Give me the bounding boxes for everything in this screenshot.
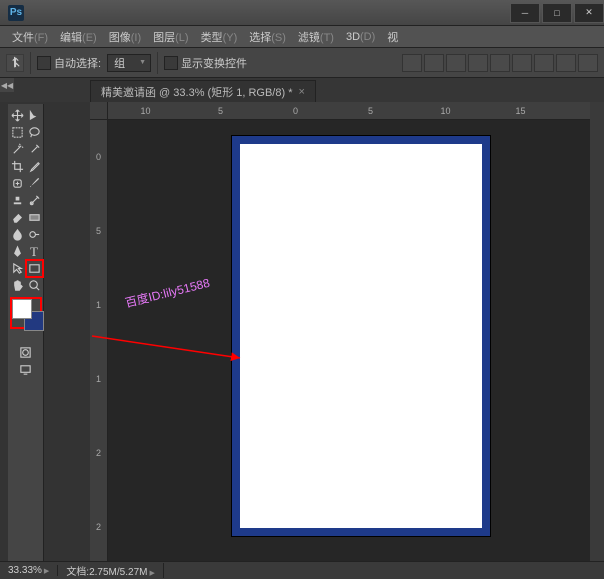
document-tab-title: 精美邀请函 @ 33.3% (矩形 1, RGB/8) * xyxy=(101,84,292,100)
artboard-tool[interactable] xyxy=(27,108,42,123)
canvas-area[interactable]: 105051015 051122 百度ID:lily51588 xyxy=(90,102,604,564)
options-bar: 自动选择: 组▼ 显示变换控件 xyxy=(0,48,604,78)
path-select-tool[interactable] xyxy=(10,261,25,276)
annotation-arrow xyxy=(90,332,250,372)
magic-wand-tool[interactable] xyxy=(10,142,25,157)
toolbox: T xyxy=(8,104,44,564)
menu-select[interactable]: 选择(S) xyxy=(243,29,292,45)
move-tool[interactable] xyxy=(10,108,25,123)
rectangle-tool[interactable] xyxy=(27,261,42,276)
align-button-1[interactable] xyxy=(402,54,422,72)
title-bar: Ps ─ □ ✕ xyxy=(0,0,604,26)
menu-edit[interactable]: 编辑(E) xyxy=(54,29,103,45)
ruler-horizontal[interactable]: 105051015 xyxy=(108,102,604,120)
status-bar: 33.33%▶ 文档:2.75M/5.27M▶ xyxy=(0,561,604,579)
marquee-tool[interactable] xyxy=(10,125,25,140)
gradient-tool[interactable] xyxy=(27,210,42,225)
quick-select-tool[interactable] xyxy=(27,142,42,157)
document-info[interactable]: 文档:2.75M/5.27M▶ xyxy=(58,563,164,578)
eraser-tool[interactable] xyxy=(10,210,25,225)
blur-tool[interactable] xyxy=(10,227,25,242)
menu-layer[interactable]: 图层(L) xyxy=(147,29,194,45)
lasso-tool[interactable] xyxy=(27,125,42,140)
crop-tool[interactable] xyxy=(10,159,25,174)
minimize-button[interactable]: ─ xyxy=(510,3,540,23)
maximize-button[interactable]: □ xyxy=(542,3,572,23)
zoom-tool[interactable] xyxy=(27,278,42,293)
document-tab-bar: 精美邀请函 @ 33.3% (矩形 1, RGB/8) * × xyxy=(0,78,604,102)
menu-view[interactable]: 视 xyxy=(381,29,404,45)
menu-3d[interactable]: 3D(D) xyxy=(340,31,381,43)
align-button-8[interactable] xyxy=(556,54,576,72)
close-tab-icon[interactable]: × xyxy=(298,86,304,98)
type-tool[interactable]: T xyxy=(27,244,42,259)
close-window-button[interactable]: ✕ xyxy=(574,3,604,23)
color-swatches[interactable] xyxy=(12,299,40,327)
auto-select-dropdown[interactable]: 组▼ xyxy=(107,54,151,72)
align-button-4[interactable] xyxy=(468,54,488,72)
eyedropper-tool[interactable] xyxy=(27,159,42,174)
menu-filter[interactable]: 滤镜(T) xyxy=(292,29,340,45)
quickmask-tool[interactable] xyxy=(18,345,33,360)
align-button-6[interactable] xyxy=(512,54,532,72)
annotation-text: 百度ID:lily51588 xyxy=(123,274,211,311)
align-button-3[interactable] xyxy=(446,54,466,72)
align-button-9[interactable] xyxy=(578,54,598,72)
screenmode-tool[interactable] xyxy=(18,362,33,377)
hand-tool[interactable] xyxy=(10,278,25,293)
document-tab[interactable]: 精美邀请函 @ 33.3% (矩形 1, RGB/8) * × xyxy=(90,80,316,102)
foreground-color[interactable] xyxy=(12,299,32,319)
brush-tool[interactable] xyxy=(27,176,42,191)
align-button-2[interactable] xyxy=(424,54,444,72)
zoom-level[interactable]: 33.33%▶ xyxy=(0,565,58,576)
menu-image[interactable]: 图像(I) xyxy=(103,29,147,45)
app-logo: Ps xyxy=(8,5,24,21)
pen-tool[interactable] xyxy=(10,244,25,259)
collapse-panel-icon[interactable]: ◀◀ xyxy=(0,78,14,92)
vertical-scrollbar[interactable] xyxy=(590,102,604,563)
healing-tool[interactable] xyxy=(10,176,25,191)
document-canvas[interactable] xyxy=(232,136,490,536)
current-tool-icon[interactable] xyxy=(6,54,24,72)
rectangle-shape[interactable] xyxy=(240,144,482,528)
align-button-7[interactable] xyxy=(534,54,554,72)
ruler-vertical[interactable]: 051122 xyxy=(90,120,108,564)
dodge-tool[interactable] xyxy=(27,227,42,242)
menu-file[interactable]: 文件(F) xyxy=(6,29,54,45)
auto-select-checkbox[interactable]: 自动选择: xyxy=(37,55,101,71)
menu-bar: 文件(F) 编辑(E) 图像(I) 图层(L) 类型(Y) 选择(S) 滤镜(T… xyxy=(0,26,604,48)
menu-type[interactable]: 类型(Y) xyxy=(195,29,244,45)
ruler-corner xyxy=(90,102,108,120)
show-transform-checkbox[interactable]: 显示变换控件 xyxy=(164,55,247,71)
stamp-tool[interactable] xyxy=(10,193,25,208)
align-button-5[interactable] xyxy=(490,54,510,72)
history-brush-tool[interactable] xyxy=(27,193,42,208)
